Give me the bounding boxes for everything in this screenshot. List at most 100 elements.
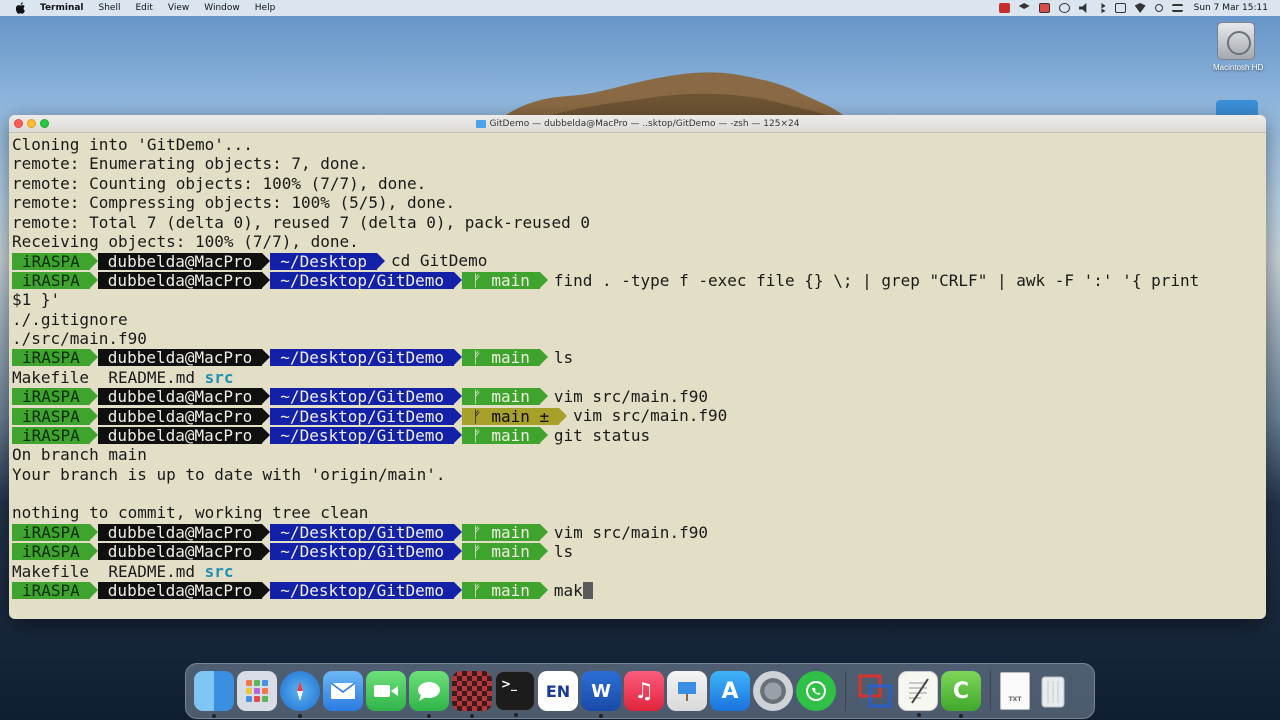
facetime-icon[interactable] — [366, 671, 406, 711]
bluetooth-icon[interactable] — [1101, 3, 1106, 13]
input-source-icon[interactable]: EN — [538, 671, 578, 711]
app-store-icon-label: A — [721, 678, 739, 704]
txt-label: TXT — [1008, 696, 1022, 703]
airplay-icon[interactable] — [1114, 3, 1126, 13]
output-text: Receiving objects: 100% (7/7), done. — [12, 231, 359, 251]
output-line: Receiving objects: 100% (7/7), done. — [12, 232, 1262, 251]
prompt-path: ~/Desktop/GitDemo — [270, 582, 462, 600]
terminal-icon-label: >_ — [501, 677, 518, 691]
branch-name: main — [491, 348, 530, 368]
prompt-line: iRASPA dubbelda@MacPro ~/Desktop/GitDemo ᚠ … — [12, 271, 1262, 290]
prompt-line-current[interactable]: iRASPA dubbelda@MacPro ~/Desktop/GitDemo ᚠ … — [12, 581, 1262, 600]
ls-files: Makefile README.md — [12, 561, 205, 581]
parallels-icon[interactable] — [855, 671, 895, 711]
ls-directory: src — [204, 561, 234, 581]
volume-icon[interactable] — [1078, 3, 1087, 13]
branch-name: main — [491, 523, 530, 542]
output-line: On branch main — [12, 445, 1262, 464]
prompt-git-branch: ᚠ main — [462, 348, 548, 368]
dock-separator — [990, 671, 991, 711]
close-button[interactable] — [14, 119, 23, 128]
app-red-icon[interactable] — [998, 3, 1010, 13]
prompt-git-branch: ᚠ main — [462, 582, 548, 600]
prompt-git-branch: ᚠ main — [462, 387, 548, 407]
text-cursor — [582, 582, 593, 600]
menu-edit[interactable]: Edit — [135, 0, 152, 16]
command-text: vim src/main.f90 — [573, 406, 728, 426]
prompt-git-branch: ᚠ main — [462, 270, 548, 290]
prompt-path: ~/Desktop/GitDemo — [270, 349, 462, 367]
prompt-host: iRASPA — [12, 271, 98, 289]
title-bar[interactable]: GitDemo — dubbelda@MacPro — ..sktop/GitD… — [9, 115, 1266, 133]
output-text: remote: Enumerating objects: 7, done. — [12, 154, 369, 174]
menu-bar: Terminal Shell Edit View Window Help Sun… — [0, 0, 1280, 16]
control-center-icon[interactable] — [1171, 4, 1183, 12]
output-line: ./.gitignore — [12, 310, 1262, 329]
music-icon[interactable]: ♫ — [624, 671, 664, 711]
system-preferences-icon[interactable] — [753, 671, 793, 711]
word-icon[interactable]: W — [581, 671, 621, 718]
apple-icon[interactable] — [14, 2, 28, 14]
search-icon[interactable] — [1154, 4, 1163, 12]
folder-icon — [475, 119, 486, 128]
output-text: $1 }' — [12, 290, 61, 310]
terminal-output[interactable]: Cloning into 'GitDemo'... remote: Enumer… — [12, 135, 1262, 600]
prompt-user: dubbelda@MacPro — [97, 407, 270, 425]
zoom-button[interactable] — [40, 119, 49, 128]
menu-app-name[interactable]: Terminal — [40, 0, 84, 16]
word-icon-label: W — [591, 680, 611, 702]
menu-shell[interactable]: Shell — [99, 0, 121, 16]
prompt-line: iRASPA dubbelda@MacPro ~/Desktop/GitDemo ᚠ … — [12, 426, 1262, 445]
screen-mirror-icon[interactable] — [1038, 3, 1050, 13]
ls-directory: src — [204, 367, 234, 387]
output-line: remote: Enumerating objects: 7, done. — [12, 154, 1262, 173]
command-text: vim src/main.f90 — [553, 387, 708, 407]
prompt-line: iRASPA dubbelda@MacPro ~/Desktop/GitDemo ᚠ … — [12, 387, 1262, 406]
prompt-host: iRASPA — [12, 349, 98, 367]
prompt-path: ~/Desktop/GitDemo — [270, 388, 462, 406]
terminal-icon[interactable]: >_ — [495, 671, 535, 717]
branch-icon: ᚠ — [472, 348, 482, 368]
keynote-icon[interactable] — [667, 671, 707, 711]
command-input[interactable]: mak — [554, 581, 583, 600]
trash-icon[interactable] — [1033, 671, 1073, 711]
messages-icon[interactable] — [409, 671, 449, 718]
macintosh-hd-icon[interactable]: Macintosh HD — [1213, 22, 1263, 72]
whatsapp-icon[interactable] — [796, 671, 836, 711]
menu-window[interactable]: Window — [204, 0, 240, 16]
branch-icon: ᚠ — [472, 270, 482, 290]
app-store-icon[interactable]: A — [710, 671, 750, 711]
prompt-path: ~/Desktop/GitDemo — [270, 543, 462, 561]
clock[interactable]: Sun 7 Mar 15:11 — [1194, 3, 1268, 13]
dropbox-icon[interactable] — [1018, 3, 1030, 9]
prompt-user: dubbelda@MacPro — [97, 524, 270, 541]
terminal-window[interactable]: GitDemo — dubbelda@MacPro — ..sktop/GitD… — [9, 115, 1266, 619]
branch-icon: ᚠ — [472, 542, 482, 562]
menu-view[interactable]: View — [168, 0, 189, 16]
prompt-path: ~/Desktop/GitDemo — [270, 407, 462, 425]
branch-icon: ᚠ — [472, 523, 482, 542]
output-line: nothing to commit, working tree clean — [12, 503, 1262, 522]
launchpad-icon[interactable] — [237, 671, 277, 711]
prompt-line: iRASPA dubbelda@MacPro ~/Desktop/GitDemo ᚠ … — [12, 406, 1262, 425]
menu-help[interactable]: Help — [255, 0, 276, 16]
mail-icon[interactable] — [323, 671, 363, 711]
play-icon[interactable] — [1058, 3, 1070, 13]
safari-icon[interactable] — [280, 671, 320, 718]
prompt-git-branch: ᚠ main — [462, 542, 548, 562]
prompt-line: iRASPA dubbelda@MacPro ~/Desktop/GitDemo ᚠ … — [12, 523, 1262, 542]
branch-icon: ᚠ — [472, 387, 482, 407]
textedit-icon[interactable] — [898, 671, 938, 717]
minimize-button[interactable] — [27, 119, 36, 128]
command-text: ls — [553, 348, 574, 368]
output-line: remote: Counting objects: 100% (7/7), do… — [12, 174, 1262, 193]
camtasia-icon[interactable]: C — [941, 671, 981, 718]
prompt-line: iRASPA dubbelda@MacPro ~/Desktop cd GitDemo — [12, 251, 1262, 270]
wifi-icon[interactable] — [1134, 3, 1146, 13]
prompt-user: dubbelda@MacPro — [97, 349, 270, 367]
text-document-icon[interactable]: TXT — [1000, 672, 1030, 710]
photo-booth-icon[interactable] — [452, 671, 492, 718]
finder-icon[interactable] — [194, 671, 234, 718]
folder-icon[interactable] — [1216, 100, 1258, 116]
